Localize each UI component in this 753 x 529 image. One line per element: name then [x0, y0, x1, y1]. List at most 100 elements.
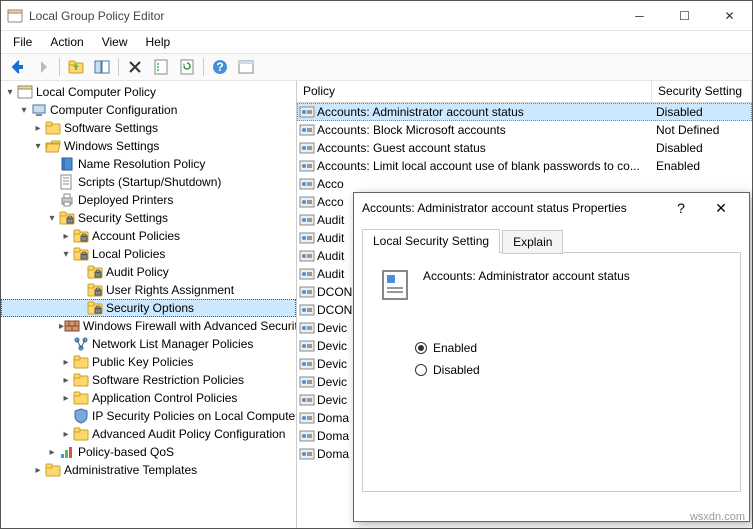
expand-icon[interactable]: ▾ [17, 103, 31, 117]
tree-app-control[interactable]: ▸ Application Control Policies [1, 389, 296, 407]
expand-icon[interactable]: ▾ [59, 247, 73, 261]
policy-name: Accounts: Block Microsoft accounts [317, 123, 652, 137]
svg-text:?: ? [216, 60, 223, 74]
tree-ipsec[interactable]: IP Security Policies on Local Computer [1, 407, 296, 425]
expand-icon[interactable]: ▾ [3, 85, 17, 99]
tree-name-resolution[interactable]: Name Resolution Policy [1, 155, 296, 173]
titlebar: Local Group Policy Editor ─ ☐ ✕ [1, 1, 752, 31]
tree-scripts[interactable]: Scripts (Startup/Shutdown) [1, 173, 296, 191]
watermark: wsxdn.com [690, 511, 745, 523]
expand-icon[interactable]: ▸ [31, 121, 45, 135]
close-button[interactable]: ✕ [701, 200, 741, 217]
tree-security-settings[interactable]: ▾ Security Settings [1, 209, 296, 227]
radio-dot-icon [415, 364, 427, 376]
tree-root[interactable]: ▾ Local Computer Policy [1, 83, 296, 101]
tree-label: Public Key Policies [92, 355, 193, 369]
policy-item-icon [299, 446, 315, 462]
menu-help[interactable]: Help [138, 33, 179, 51]
radio-disabled[interactable]: Disabled [415, 363, 724, 377]
list-row[interactable]: Accounts: Block Microsoft accountsNot De… [297, 121, 752, 139]
back-button[interactable] [5, 55, 29, 79]
policy-item-icon [299, 320, 315, 336]
tree-label: Software Restriction Policies [92, 373, 244, 387]
list-row[interactable]: Accounts: Administrator account statusDi… [297, 103, 752, 121]
tree-windows-settings[interactable]: ▾ Windows Settings [1, 137, 296, 155]
tree-label: Windows Firewall with Advanced Security [83, 319, 297, 333]
separator [118, 58, 119, 76]
expand-icon[interactable]: ▸ [59, 427, 73, 441]
expand-icon[interactable]: ▾ [45, 211, 59, 225]
lock-folder-icon [73, 246, 89, 262]
properties-button[interactable] [149, 55, 173, 79]
menu-action[interactable]: Action [42, 33, 91, 51]
up-button[interactable] [64, 55, 88, 79]
tree-user-rights[interactable]: User Rights Assignment [1, 281, 296, 299]
column-security-setting[interactable]: Security Setting [652, 81, 752, 102]
tree-local-policies[interactable]: ▾ Local Policies [1, 245, 296, 263]
tree-pane[interactable]: ▾ Local Computer Policy ▾ Computer Confi… [1, 81, 297, 528]
menu-file[interactable]: File [5, 33, 40, 51]
policy-setting: Disabled [652, 105, 752, 119]
tree-audit-policy[interactable]: Audit Policy [1, 263, 296, 281]
dialog-titlebar: Accounts: Administrator account status P… [354, 193, 749, 223]
shield-icon [73, 408, 89, 424]
tab-explain[interactable]: Explain [502, 230, 563, 254]
tree-public-key[interactable]: ▸ Public Key Policies [1, 353, 296, 371]
expand-icon[interactable]: ▸ [59, 355, 73, 369]
tree-label: Software Settings [64, 121, 158, 135]
tree-label: Scripts (Startup/Shutdown) [78, 175, 221, 189]
tree-qos[interactable]: ▸ Policy-based QoS [1, 443, 296, 461]
computer-icon [31, 102, 47, 118]
policy-name: Accounts: Limit local account use of bla… [317, 159, 652, 173]
tree-label: Local Computer Policy [36, 85, 156, 99]
tree-account-policies[interactable]: ▸ Account Policies [1, 227, 296, 245]
close-button[interactable]: ✕ [707, 1, 752, 31]
show-hide-tree-button[interactable] [90, 55, 114, 79]
policy-name: Acco [317, 177, 652, 191]
tree-label: IP Security Policies on Local Computer [92, 409, 297, 423]
minimize-button[interactable]: ─ [617, 1, 662, 31]
tree-advanced-audit[interactable]: ▸ Advanced Audit Policy Configuration [1, 425, 296, 443]
list-row[interactable]: Accounts: Guest account statusDisabled [297, 139, 752, 157]
refresh-button[interactable] [175, 55, 199, 79]
options-button[interactable] [234, 55, 258, 79]
tree-admin-templates[interactable]: ▸ Administrative Templates [1, 461, 296, 479]
tree-network-list[interactable]: Network List Manager Policies [1, 335, 296, 353]
maximize-button[interactable]: ☐ [662, 1, 707, 31]
menubar: File Action View Help [1, 31, 752, 53]
tree-computer-config[interactable]: ▾ Computer Configuration [1, 101, 296, 119]
tree-label: Account Policies [92, 229, 180, 243]
expand-icon[interactable]: ▸ [59, 229, 73, 243]
folder-icon [45, 120, 61, 136]
tab-local-security-setting[interactable]: Local Security Setting [362, 229, 500, 253]
policy-item-icon [299, 122, 315, 138]
folder-icon [73, 354, 89, 370]
policy-item-icon [299, 284, 315, 300]
help-button[interactable]: ? [208, 55, 232, 79]
delete-button[interactable] [123, 55, 147, 79]
expand-icon[interactable]: ▸ [31, 463, 45, 477]
forward-button[interactable] [31, 55, 55, 79]
expand-icon[interactable]: ▸ [59, 391, 73, 405]
expand-icon[interactable]: ▾ [31, 139, 45, 153]
network-icon [73, 336, 89, 352]
tree-software-restriction[interactable]: ▸ Software Restriction Policies [1, 371, 296, 389]
radio-enabled[interactable]: Enabled [415, 341, 724, 355]
list-row[interactable]: Accounts: Limit local account use of bla… [297, 157, 752, 175]
tree-security-options[interactable]: Security Options [1, 299, 296, 317]
column-policy[interactable]: Policy [297, 81, 652, 102]
app-icon [7, 8, 23, 24]
tree-deployed-printers[interactable]: Deployed Printers [1, 191, 296, 209]
scroll-icon [59, 174, 75, 190]
tree-windows-firewall[interactable]: ▸ Windows Firewall with Advanced Securit… [1, 317, 296, 335]
help-button[interactable]: ? [661, 200, 701, 216]
expand-icon[interactable]: ▸ [45, 445, 59, 459]
chart-icon [59, 444, 75, 460]
lock-folder-icon [59, 210, 75, 226]
list-row[interactable]: Acco [297, 175, 752, 193]
menu-view[interactable]: View [94, 33, 136, 51]
policy-item-icon [299, 338, 315, 354]
expand-icon[interactable]: ▸ [59, 373, 73, 387]
tree-software-settings[interactable]: ▸ Software Settings [1, 119, 296, 137]
book-icon [59, 156, 75, 172]
